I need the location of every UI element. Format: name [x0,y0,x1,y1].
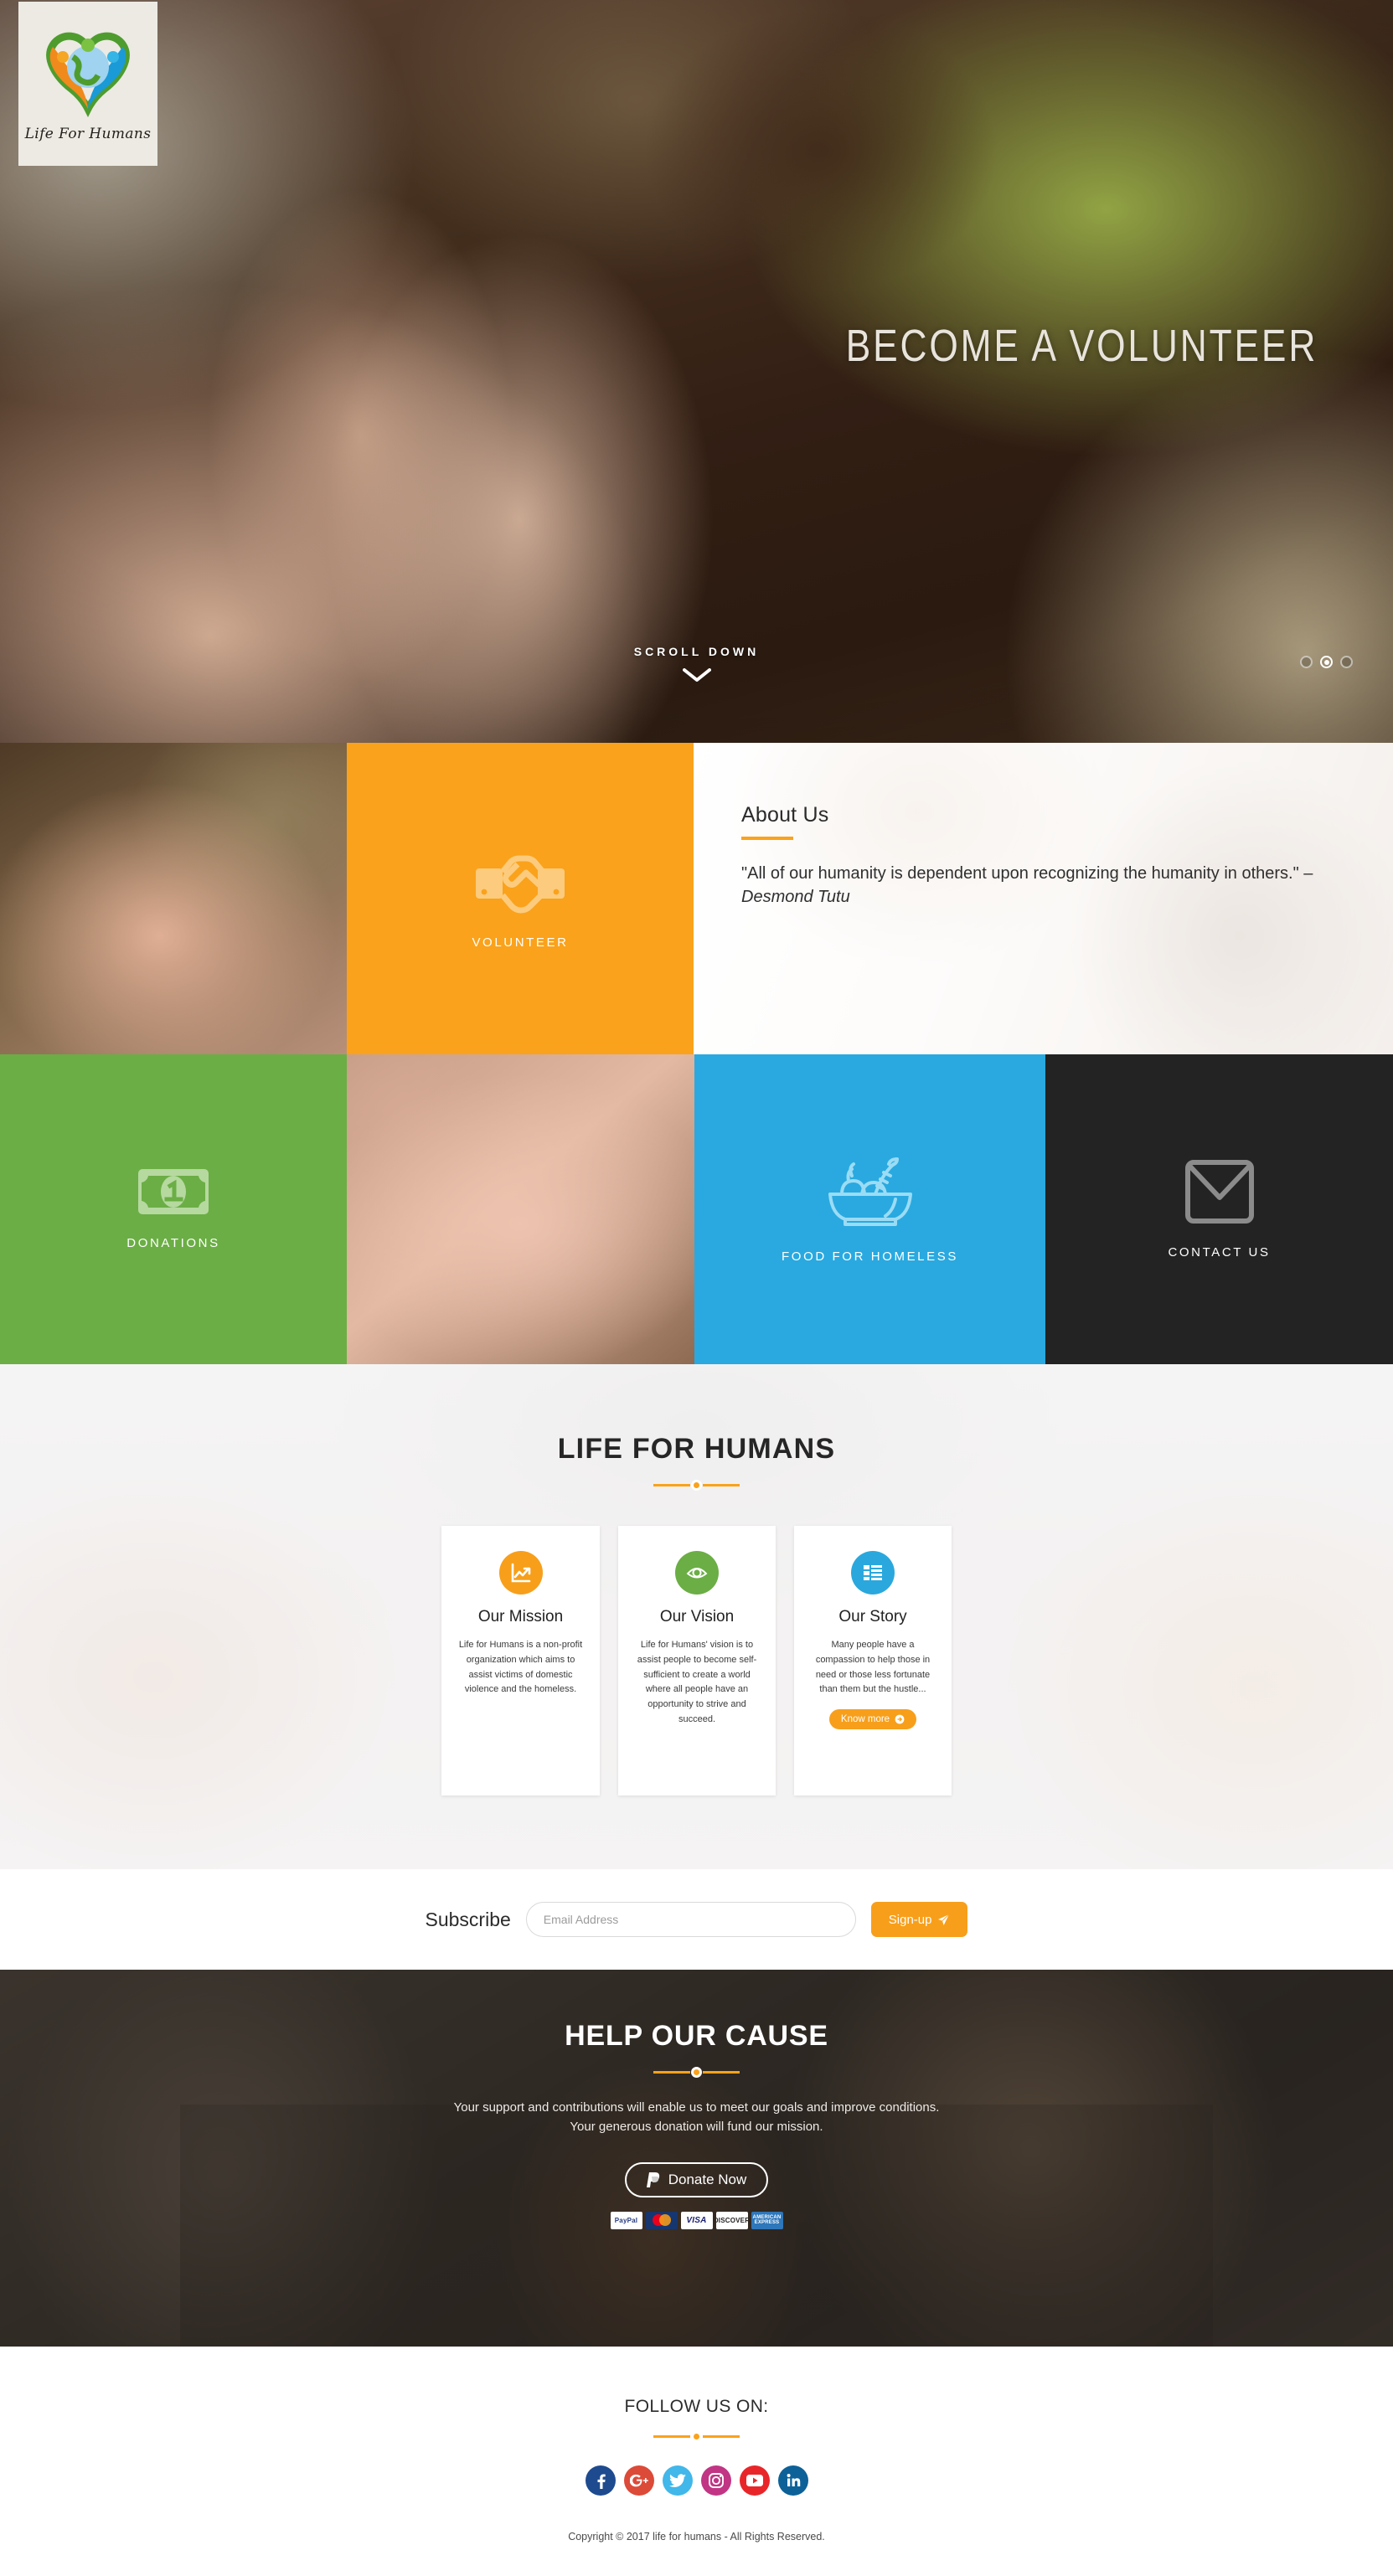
cause-divider [0,2067,1393,2078]
know-more-label: Know more [840,1714,890,1725]
envelope-icon [1184,1159,1254,1224]
hero-title: BECOME A VOLUNTEER [845,321,1318,371]
card-our-vision[interactable]: Our Vision Life for Humans' vision is to… [618,1526,776,1795]
tile-contact-label: CONTACT US [1168,1244,1271,1260]
divider-bar-right [703,1484,740,1486]
google-plus-icon[interactable] [623,2465,654,2496]
linkedin-icon[interactable] [777,2465,808,2496]
card-text: Many people have a compassion to help th… [815,1640,931,1695]
divider-bar-right [703,2435,740,2438]
about-underline [741,837,793,840]
list-icon [851,1551,895,1595]
tile-donations-label: DONATIONS [126,1235,220,1250]
facebook-icon[interactable] [585,2465,616,2496]
carousel-dot-3[interactable] [1340,656,1353,668]
tile-photo-hands [347,1054,694,1364]
scroll-down-indicator[interactable]: SCROLL DOWN [0,645,1393,683]
about-quote-text: "All of our humanity is dependent upon r… [741,864,1313,883]
card-our-mission[interactable]: Our Mission Life for Humans is a non-pro… [441,1526,600,1795]
tile-volunteer-label: VOLUNTEER [472,935,569,950]
heart-globe-logo-icon [46,32,130,118]
paypal-logo-icon: PayPal [610,2211,642,2229]
copyright-text: Copyright © 2017 life for humans - All R… [568,2531,825,2543]
scroll-down-label: SCROLL DOWN [633,645,760,658]
follow-us-title: FOLLOW US ON: [624,2397,769,2416]
hero-banner: Life For Humans BECOME A VOLUNTEER SCROL… [0,0,1393,743]
social-links [0,2465,1393,2496]
lfh-heading: LIFE FOR HUMANS [557,1433,836,1465]
life-for-humans-section: LIFE FOR HUMANS Our Mission Life for Hum… [0,1364,1393,1869]
banknote-icon [138,1168,209,1214]
divider-knob [691,2067,702,2078]
mastercard-logo-icon [645,2211,678,2229]
carousel-dots[interactable] [1300,656,1353,668]
paper-plane-icon [938,1914,950,1925]
about-quote: "All of our humanity is dependent upon r… [741,862,1353,909]
info-cards: Our Mission Life for Humans is a non-pro… [0,1526,1393,1795]
divider-bar-left [653,1484,690,1486]
divider-knob [691,1480,702,1491]
carousel-dot-2[interactable] [1320,656,1333,668]
handshake-icon [476,855,565,913]
food-bowl-icon [828,1157,912,1226]
subscribe-email-input[interactable] [525,1902,856,1937]
amex-logo-icon: AMERICAN EXPRESS [751,2211,783,2229]
tile-contact-us[interactable]: CONTACT US [1045,1054,1393,1364]
twitter-icon[interactable] [662,2465,693,2496]
card-title: Our Story [838,1608,907,1625]
help-our-cause-section: HELP OUR CAUSE Your support and contribu… [0,1970,1393,2347]
donate-now-label: Donate Now [668,2171,747,2187]
cause-description: Your support and contributions will enab… [453,2100,940,2135]
tile-volunteer[interactable]: VOLUNTEER [347,743,694,1054]
site-logo[interactable]: Life For Humans [18,2,157,166]
chevron-down-icon [682,668,711,682]
arrow-circle-right-icon [895,1714,905,1724]
about-title: About Us [741,803,829,827]
subscribe-bar: Subscribe Sign-up [0,1869,1393,1970]
divider-bar-right [703,2071,740,2074]
signup-button[interactable]: Sign-up [870,1902,968,1937]
visa-logo-icon: VISA [680,2211,713,2229]
feature-tiles: VOLUNTEER About Us "All of our humanity … [0,743,1393,1364]
footer-divider [0,2431,1393,2442]
divider-bar-left [653,2435,690,2438]
know-more-button[interactable]: Know more [828,1709,917,1730]
divider-bar-left [653,2071,690,2074]
lfh-divider [0,1480,1393,1491]
youtube-icon[interactable] [739,2465,770,2496]
payment-methods: PayPal VISA DISCOVER AMERICAN EXPRESS [0,2211,1393,2229]
tile-row-bottom: DONATIONS FOOD FOR HOMELESS CONTACT US [0,1054,1393,1364]
discover-logo-icon: DISCOVER [715,2211,748,2229]
carousel-dot-1[interactable] [1300,656,1313,668]
instagram-icon[interactable] [700,2465,731,2496]
about-quote-author: Desmond Tutu [741,888,850,907]
card-title: Our Vision [659,1608,735,1625]
site-logo-text: Life For Humans [24,126,152,142]
divider-knob [691,2431,702,2442]
card-title: Our Mission [477,1608,564,1625]
card-text: Life for Humans' vision is to assist peo… [637,1640,757,1725]
tile-row-top: VOLUNTEER About Us "All of our humanity … [0,743,1393,1054]
subscribe-label: Subscribe [425,1908,511,1930]
cause-title: HELP OUR CAUSE [565,2020,828,2052]
signup-label: Sign-up [888,1912,932,1927]
donate-now-button[interactable]: Donate Now [624,2161,769,2197]
tile-photo-left [0,743,347,1054]
tile-food-label: FOOD FOR HOMELESS [782,1249,958,1264]
chart-line-icon [498,1551,543,1595]
site-footer: FOLLOW US ON: Copyright © 2017 life for … [0,2347,1393,2576]
tile-food-for-homeless[interactable]: FOOD FOR HOMELESS [694,1054,1045,1364]
card-our-story[interactable]: Our Story Many people have a compassion … [794,1526,952,1795]
card-text: Life for Humans is a non-profit organiza… [458,1640,583,1695]
tile-donations[interactable]: DONATIONS [0,1054,347,1364]
tile-about-us: About Us "All of our humanity is depende… [694,743,1393,1054]
eye-icon [675,1551,719,1595]
paypal-icon [646,2172,659,2187]
